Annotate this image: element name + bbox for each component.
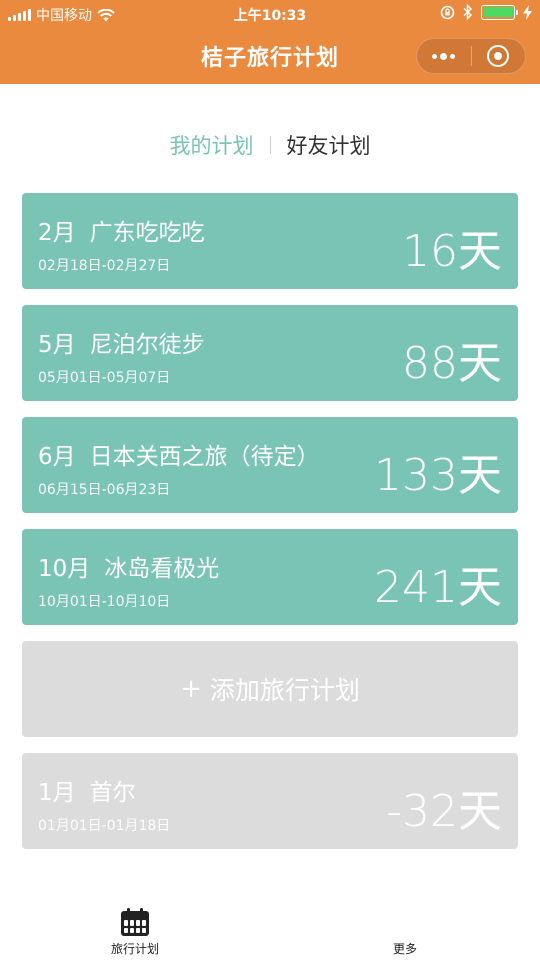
charging-icon (523, 4, 532, 20)
more-menu-button[interactable] (417, 39, 471, 73)
status-right (440, 4, 532, 20)
plan-date-range: 10月01日-10月10日 (38, 594, 171, 610)
plan-days-countdown: 133天 (374, 450, 502, 501)
plan-name: 尼泊尔徒步 (89, 332, 205, 358)
plan-title: 2月 广东吃吃吃 (38, 213, 205, 247)
plan-title: 5月 尼泊尔徒步 (38, 325, 205, 359)
plus-icon: + (180, 674, 202, 704)
tab-travel-plans-label: 旅行计划 (110, 942, 159, 956)
plan-tabs: 我的计划 好友计划 (0, 130, 540, 160)
status-bar: 中国移动 上午10:33 (0, 0, 540, 26)
plan-title: 10月 冰岛看极光 (38, 549, 219, 583)
plan-name: 日本关西之旅（待定） (89, 444, 320, 470)
tab-travel-plans[interactable]: 旅行计划 (75, 890, 195, 957)
bottom-tab-bar: 旅行计划 更多 (0, 890, 540, 960)
target-icon (487, 45, 510, 67)
plan-name: 首尔 (89, 780, 136, 806)
miniprogram-capsule (416, 38, 526, 74)
plan-days-countdown: 88天 (402, 338, 502, 389)
plan-card[interactable]: 6月 日本关西之旅（待定） 06月15日-06月23日 133天 (22, 417, 518, 513)
add-plan-label: 添加旅行计划 (209, 676, 360, 705)
plan-month: 5月 (38, 332, 76, 358)
orientation-lock-icon (440, 5, 455, 19)
plan-days-countdown: -32天 (386, 786, 502, 837)
plan-name: 冰岛看极光 (104, 556, 220, 582)
tab-divider (269, 136, 271, 154)
tab-more[interactable]: 更多 (345, 890, 465, 957)
calendar-icon (121, 908, 149, 936)
add-plan-button[interactable]: + 添加旅行计划 (22, 641, 518, 737)
plan-date-range: 02月18日-02月27日 (38, 258, 171, 274)
plan-month: 2月 (38, 220, 76, 246)
plan-days-countdown: 241天 (374, 562, 502, 613)
more-tab-spacer (345, 890, 465, 936)
plan-card[interactable]: 5月 尼泊尔徒步 05月01日-05月07日 88天 (22, 305, 518, 401)
plan-date-range: 06月15日-06月23日 (38, 482, 171, 498)
plan-month: 6月 (38, 444, 76, 470)
close-miniprogram-button[interactable] (472, 39, 526, 73)
plan-date-range: 01月01日-01月18日 (38, 818, 171, 834)
nav-bar: 桔子旅行计划 (0, 26, 540, 84)
battery-icon (481, 4, 518, 20)
plan-name: 广东吃吃吃 (89, 220, 205, 246)
plan-date-range: 05月01日-05月07日 (38, 370, 171, 386)
tab-friend-plans[interactable]: 好友计划 (287, 130, 371, 160)
plan-month: 1月 (38, 780, 76, 806)
plan-month: 10月 (38, 556, 91, 582)
plan-title: 1月 首尔 (38, 773, 136, 807)
more-dots-icon (432, 52, 456, 60)
past-plan-card[interactable]: 1月 首尔 01月01日-01月18日 -32天 (22, 753, 518, 849)
tab-my-plans[interactable]: 我的计划 (170, 130, 254, 160)
plan-list: 2月 广东吃吃吃 02月18日-02月27日 16天 5月 尼泊尔徒步 05月01日… (22, 193, 518, 865)
tab-more-label: 更多 (392, 942, 417, 956)
plan-days-countdown: 16天 (402, 226, 502, 277)
plan-title: 6月 日本关西之旅（待定） (38, 437, 320, 471)
plan-card[interactable]: 10月 冰岛看极光 10月01日-10月10日 241天 (22, 529, 518, 625)
plan-card[interactable]: 2月 广东吃吃吃 02月18日-02月27日 16天 (22, 193, 518, 289)
bluetooth-icon (463, 4, 473, 20)
